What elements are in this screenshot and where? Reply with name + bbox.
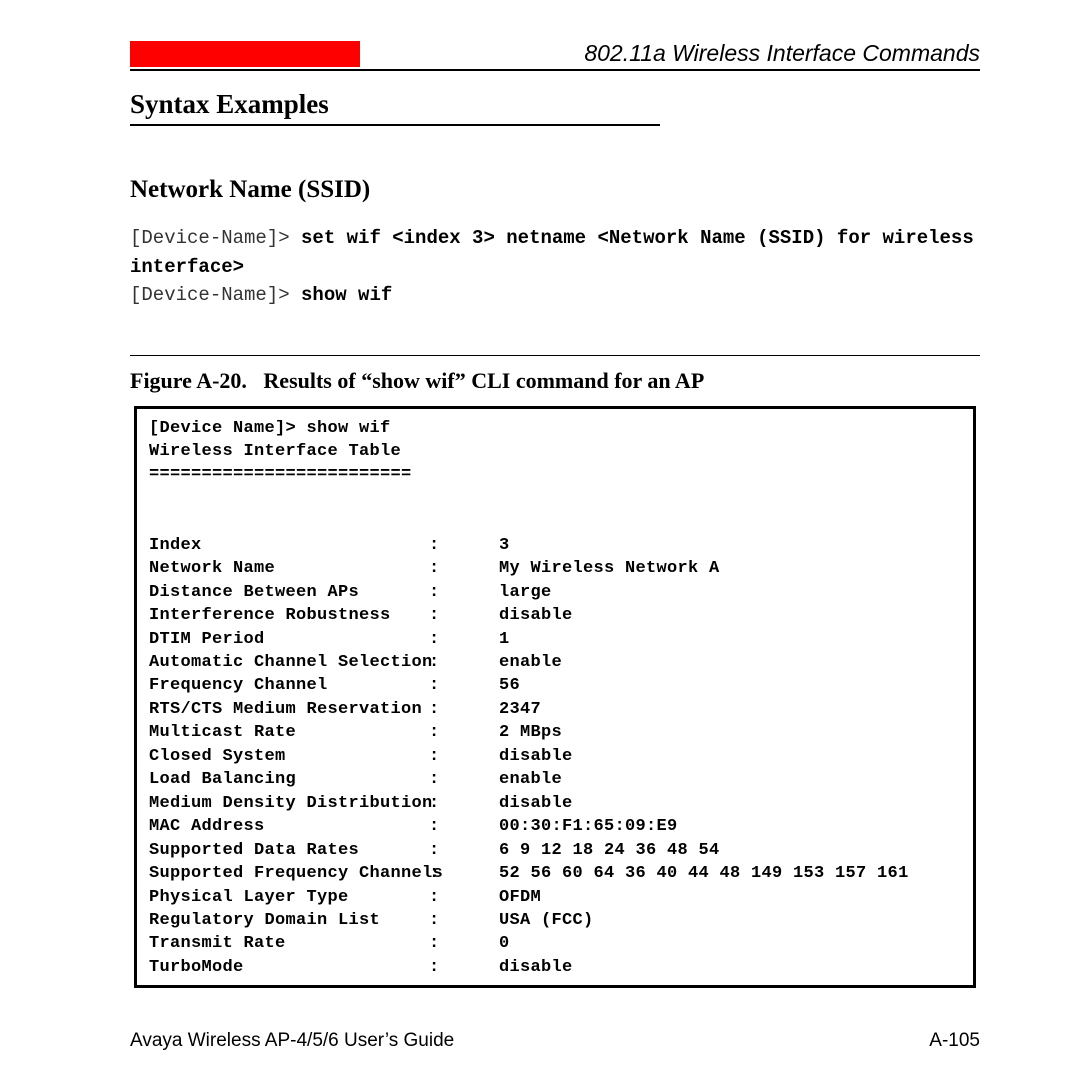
terminal-row-label: Closed System: [149, 745, 429, 768]
terminal-row: Frequency Channel:56: [149, 674, 961, 697]
terminal-row-value: enable: [499, 768, 961, 791]
terminal-row-colon: :: [429, 886, 499, 909]
terminal-line: =========================: [149, 463, 961, 486]
terminal-row: RTS/CTS Medium Reservation:2347: [149, 698, 961, 721]
terminal-row-value: 2 MBps: [499, 721, 961, 744]
cli-command: show wif: [301, 284, 392, 306]
terminal-row-label: Load Balancing: [149, 768, 429, 791]
terminal-row-colon: :: [429, 909, 499, 932]
terminal-row: Transmit Rate:0: [149, 932, 961, 955]
terminal-row-label: Supported Frequency Channels: [149, 862, 429, 885]
terminal-row-value: 56: [499, 674, 961, 697]
terminal-row-label: Supported Data Rates: [149, 839, 429, 862]
terminal-row-label: Automatic Channel Selection: [149, 651, 429, 674]
terminal-row-value: disable: [499, 956, 961, 979]
terminal-row-colon: :: [429, 721, 499, 744]
terminal-row-value: large: [499, 581, 961, 604]
terminal-row-label: Interference Robustness: [149, 604, 429, 627]
footer-right: A-105: [929, 1030, 980, 1052]
cli-prompt: [Device-Name]>: [130, 284, 301, 306]
section-heading: Syntax Examples: [130, 89, 660, 126]
terminal-row-label: Physical Layer Type: [149, 886, 429, 909]
terminal-row: Multicast Rate:2 MBps: [149, 721, 961, 744]
page: 802.11a Wireless Interface Commands Synt…: [0, 0, 1080, 1080]
terminal-row: TurboMode:disable: [149, 956, 961, 979]
terminal-row-label: Index: [149, 534, 429, 557]
terminal-row-colon: :: [429, 932, 499, 955]
terminal-row-value: USA (FCC): [499, 909, 961, 932]
page-header: 802.11a Wireless Interface Commands: [130, 40, 980, 71]
terminal-row: Index:3: [149, 534, 961, 557]
terminal-row-label: RTS/CTS Medium Reservation: [149, 698, 429, 721]
terminal-row-colon: :: [429, 674, 499, 697]
terminal-row-value: 00:30:F1:65:09:E9: [499, 815, 961, 838]
cli-prompt: [Device-Name]>: [130, 227, 301, 249]
terminal-row: DTIM Period:1: [149, 628, 961, 651]
terminal-blank: [149, 510, 961, 533]
footer-left: Avaya Wireless AP-4/5/6 User’s Guide: [130, 1030, 454, 1052]
terminal-row: Interference Robustness:disable: [149, 604, 961, 627]
terminal-row: Network Name:My Wireless Network A: [149, 557, 961, 580]
terminal-row-value: My Wireless Network A: [499, 557, 961, 580]
terminal-row: Regulatory Domain List:USA (FCC): [149, 909, 961, 932]
terminal-row-label: MAC Address: [149, 815, 429, 838]
sub-heading: Network Name (SSID): [130, 176, 980, 204]
terminal-row-colon: :: [429, 698, 499, 721]
terminal-row-colon: :: [429, 651, 499, 674]
terminal-row-value: enable: [499, 651, 961, 674]
terminal-row-label: Distance Between APs: [149, 581, 429, 604]
terminal-row: Supported Frequency Channels:52 56 60 64…: [149, 862, 961, 885]
figure-caption-text: Results of “show wif” CLI command for an…: [263, 368, 704, 393]
figure-caption: Figure A-20. Results of “show wif” CLI c…: [130, 368, 980, 394]
terminal-row-label: Network Name: [149, 557, 429, 580]
terminal-row-value: disable: [499, 745, 961, 768]
terminal-row-colon: :: [429, 745, 499, 768]
terminal-row-label: Frequency Channel: [149, 674, 429, 697]
terminal-row-value: disable: [499, 792, 961, 815]
header-red-bar: [130, 41, 360, 67]
divider: [130, 355, 980, 356]
terminal-row-colon: :: [429, 839, 499, 862]
terminal-row: Supported Data Rates:6 9 12 18 24 36 48 …: [149, 839, 961, 862]
terminal-row-value: 52 56 60 64 36 40 44 48 149 153 157 161: [499, 862, 961, 885]
terminal-row-label: Regulatory Domain List: [149, 909, 429, 932]
terminal-row-colon: :: [429, 604, 499, 627]
terminal-row-value: OFDM: [499, 886, 961, 909]
terminal-row: Distance Between APs:large: [149, 581, 961, 604]
terminal-line: [Device Name]> show wif: [149, 417, 961, 440]
terminal-row-value: disable: [499, 604, 961, 627]
terminal-row-value: 0: [499, 932, 961, 955]
header-title: 802.11a Wireless Interface Commands: [400, 40, 980, 67]
terminal-row-label: Transmit Rate: [149, 932, 429, 955]
terminal-row-label: Multicast Rate: [149, 721, 429, 744]
terminal-row-colon: :: [429, 768, 499, 791]
terminal-row: Load Balancing:enable: [149, 768, 961, 791]
page-footer: Avaya Wireless AP-4/5/6 User’s Guide A-1…: [130, 1030, 980, 1052]
terminal-row-label: TurboMode: [149, 956, 429, 979]
terminal-row-colon: :: [429, 534, 499, 557]
terminal-row-colon: :: [429, 557, 499, 580]
terminal-row: Medium Density Distribution:disable: [149, 792, 961, 815]
terminal-row-colon: :: [429, 792, 499, 815]
terminal-row-value: 6 9 12 18 24 36 48 54: [499, 839, 961, 862]
terminal-row: Automatic Channel Selection:enable: [149, 651, 961, 674]
terminal-row-colon: :: [429, 628, 499, 651]
terminal-output: [Device Name]> show wifWireless Interfac…: [134, 406, 976, 989]
terminal-row-colon: :: [429, 956, 499, 979]
terminal-row-label: DTIM Period: [149, 628, 429, 651]
terminal-row-colon: :: [429, 815, 499, 838]
figure-label: Figure A-20.: [130, 368, 247, 393]
terminal-row-value: 2347: [499, 698, 961, 721]
terminal-row-value: 3: [499, 534, 961, 557]
terminal-row: Closed System:disable: [149, 745, 961, 768]
terminal-line: Wireless Interface Table: [149, 440, 961, 463]
terminal-row-colon: :: [429, 862, 499, 885]
terminal-row-value: 1: [499, 628, 961, 651]
terminal-row: MAC Address:00:30:F1:65:09:E9: [149, 815, 961, 838]
cli-example-block: [Device-Name]> set wif <index 3> netname…: [130, 224, 980, 310]
terminal-row-colon: :: [429, 581, 499, 604]
terminal-row: Physical Layer Type:OFDM: [149, 886, 961, 909]
terminal-blank: [149, 487, 961, 510]
terminal-row-label: Medium Density Distribution: [149, 792, 429, 815]
